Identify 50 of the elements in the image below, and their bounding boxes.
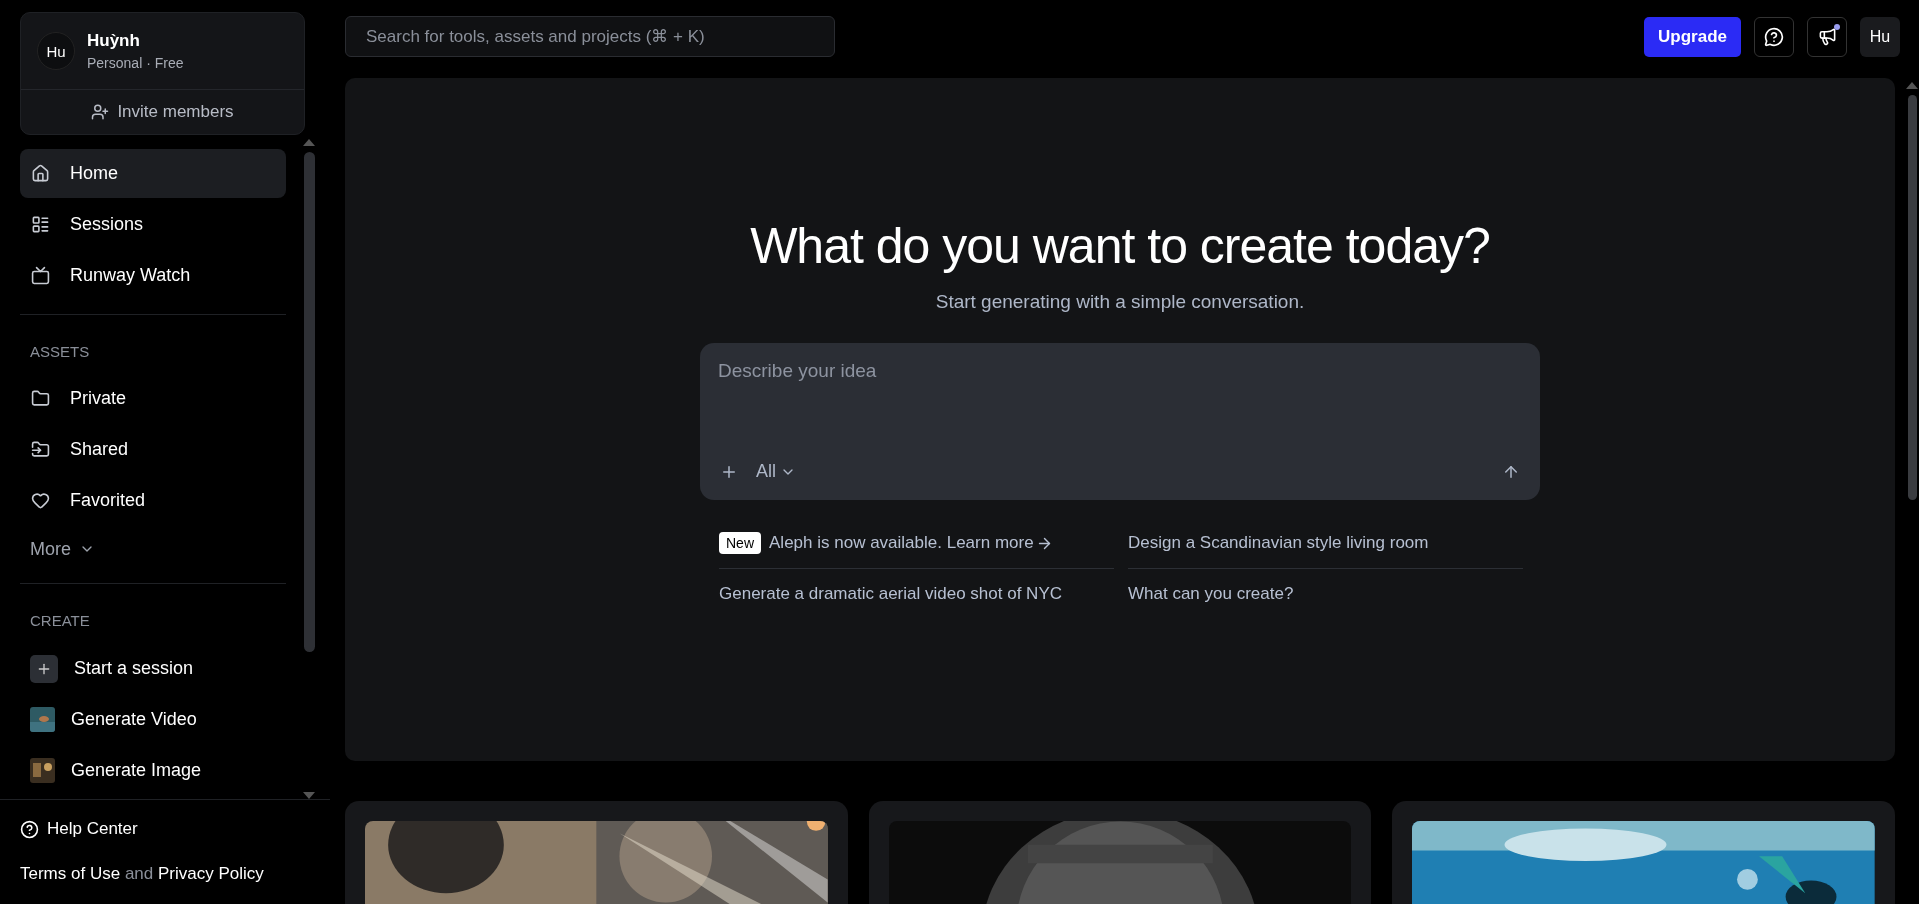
upgrade-button[interactable]: Upgrade <box>1644 16 1741 57</box>
suggestion-link[interactable]: What can you create? <box>1128 569 1523 619</box>
nav-item[interactable]: Private <box>20 374 286 423</box>
suggestion-link[interactable]: New Aleph is now available. Learn more <box>719 518 1114 569</box>
help-chat-icon <box>1764 26 1784 47</box>
privacy-link[interactable]: Privacy Policy <box>158 864 264 883</box>
nav-item[interactable]: Runway Watch <box>20 251 286 300</box>
more-button[interactable]: More <box>20 527 105 571</box>
invite-members-button[interactable]: Invite members <box>21 90 304 134</box>
plus-icon <box>30 654 58 683</box>
section-title: ASSETS <box>29 342 91 362</box>
help-center-link[interactable]: Help Center <box>20 812 310 846</box>
nav-item[interactable]: Shared <box>20 425 286 474</box>
nav-item[interactable]: Home <box>20 149 286 198</box>
list-icon <box>31 215 50 234</box>
user-avatar-button[interactable]: Hu <box>1860 16 1900 57</box>
avatar[interactable]: Hu <box>37 32 75 70</box>
prompt-field[interactable]: Describe your idea <box>716 359 1524 383</box>
section-title: CREATE <box>29 611 91 631</box>
suggestion-link[interactable]: Generate a dramatic aerial video shot of NYC <box>719 569 1114 619</box>
megaphone-icon <box>1817 27 1837 46</box>
filter-dropdown[interactable]: All <box>752 457 800 486</box>
folder-icon <box>31 389 50 408</box>
legal-text: Terms of Use and Privacy Policy <box>20 863 265 885</box>
terms-link[interactable]: Terms of Use <box>20 864 121 883</box>
account-plan: Personal · Free <box>87 55 184 71</box>
create-item[interactable]: Start a session <box>20 643 302 694</box>
tv-icon <box>31 266 50 285</box>
heart-icon <box>31 491 50 510</box>
hero-subtitle: Start generating with a simple conversation. <box>935 291 1305 313</box>
help-icon <box>20 819 39 839</box>
scrollbar-thumb[interactable] <box>303 152 315 652</box>
user-plus-icon <box>91 103 110 121</box>
scrollbar-thumb[interactable] <box>1907 95 1917 500</box>
folder-arrow-icon <box>31 440 50 459</box>
hero-title: What do you want to create today? <box>750 217 1490 275</box>
scroll-up-icon[interactable] <box>1906 82 1918 89</box>
help-chat-button[interactable] <box>1754 16 1794 57</box>
search-field[interactable]: Search for tools, assets and projects (⌘ + K) <box>345 16 835 57</box>
home-icon <box>31 164 50 183</box>
create-item[interactable]: Generate Video <box>20 694 302 745</box>
nav-item[interactable]: Favorited <box>20 476 286 525</box>
create-item[interactable]: Generate Image <box>20 745 302 796</box>
new-badge: New <box>719 532 761 554</box>
announcements-button[interactable] <box>1807 16 1847 57</box>
suggestion-link[interactable]: Design a Scandinavian style living room <box>1128 518 1523 569</box>
scroll-up-icon[interactable] <box>303 139 315 146</box>
nav-item[interactable]: Sessions <box>20 200 286 249</box>
account-name: Huỳnh <box>87 31 141 51</box>
scroll-down-icon[interactable] <box>303 792 315 799</box>
